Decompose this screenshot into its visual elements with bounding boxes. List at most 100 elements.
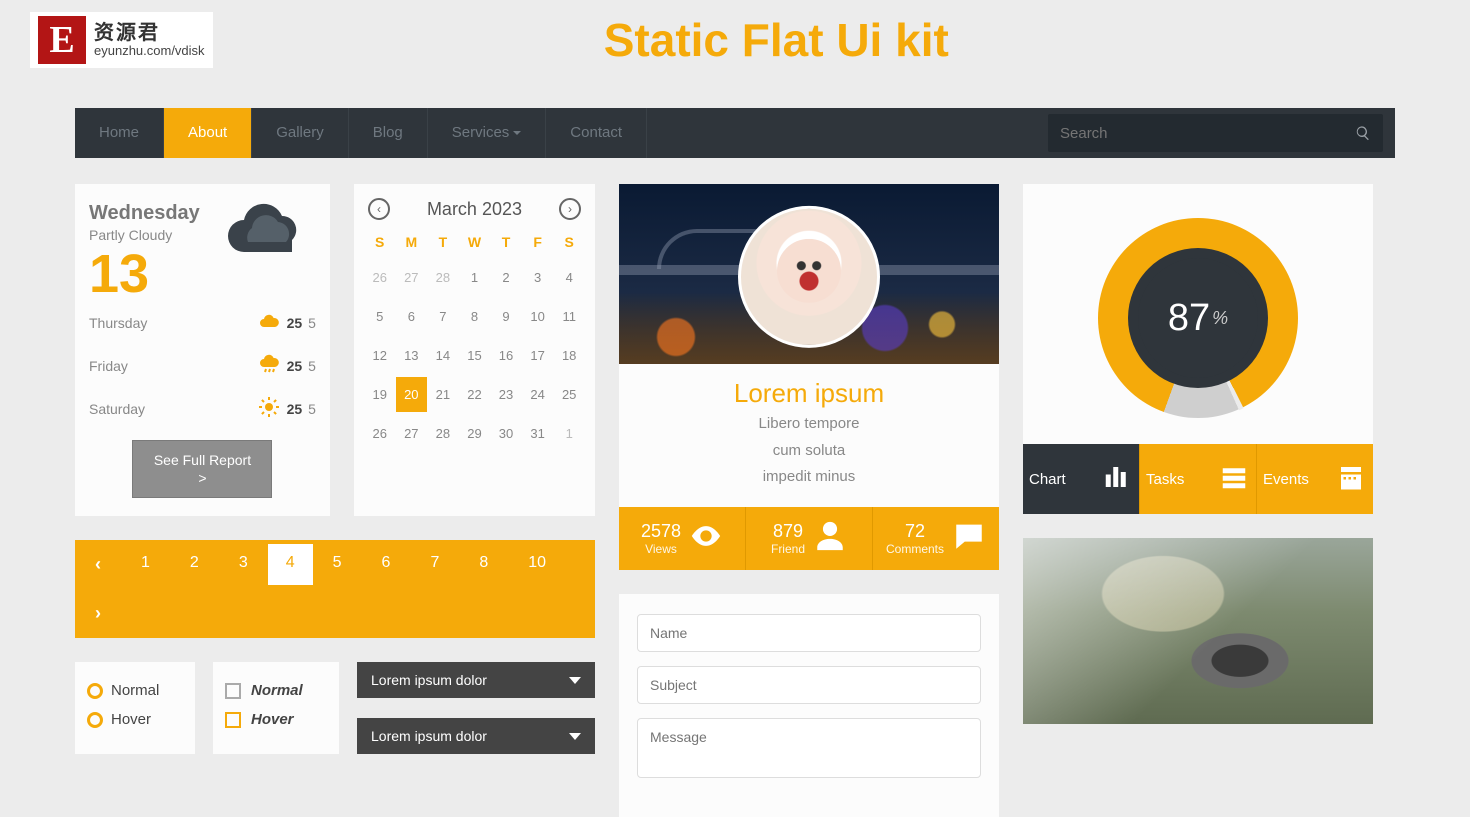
- calendar-day[interactable]: 16: [490, 338, 522, 373]
- calendar-day[interactable]: 17: [522, 338, 554, 373]
- dropdown-label: Lorem ipsum dolor: [371, 672, 487, 688]
- stat-friend[interactable]: 879Friend: [746, 507, 873, 570]
- calendar-day[interactable]: 1: [459, 260, 491, 295]
- calendar-dow: T: [427, 228, 459, 256]
- radio-label: Hover: [111, 711, 151, 728]
- nav-services[interactable]: Services: [428, 108, 547, 158]
- calendar-prev-button[interactable]: ‹: [368, 198, 390, 220]
- weather-condition: Partly Cloudy: [89, 227, 200, 243]
- search-input[interactable]: [1060, 125, 1355, 142]
- calendar-title: March 2023: [427, 199, 522, 220]
- pagination-page[interactable]: 6: [362, 540, 411, 589]
- calendar-day[interactable]: 28: [427, 416, 459, 451]
- photo-card[interactable]: [1023, 538, 1373, 724]
- pagination-page[interactable]: 8: [459, 540, 508, 589]
- calendar-day[interactable]: 24: [522, 377, 554, 412]
- pagination-next[interactable]: ›: [75, 589, 121, 638]
- pagination-page[interactable]: 2: [170, 540, 219, 589]
- calendar-day[interactable]: 10: [522, 299, 554, 334]
- calendar-day[interactable]: 18: [553, 338, 585, 373]
- calendar-day[interactable]: 26: [364, 260, 396, 295]
- forecast-hi: 25: [287, 358, 303, 374]
- forecast-hi: 25: [287, 401, 303, 417]
- calendar-day[interactable]: 6: [396, 299, 428, 334]
- search-icon[interactable]: [1355, 125, 1371, 141]
- forecast-lo: 5: [308, 358, 316, 374]
- calendar-day[interactable]: 28: [427, 260, 459, 295]
- radio-hover[interactable]: Hover: [87, 705, 183, 734]
- pagination-page[interactable]: 4: [268, 544, 313, 585]
- calendar-day[interactable]: 21: [427, 377, 459, 412]
- calendar-dow: M: [396, 228, 428, 256]
- nav-about[interactable]: About: [164, 108, 252, 158]
- calendar-day[interactable]: 7: [427, 299, 459, 334]
- nav-contact[interactable]: Contact: [546, 108, 647, 158]
- radio-normal[interactable]: Normal: [87, 676, 183, 705]
- logo[interactable]: E 资源君 eyunzhu.com/vdisk: [30, 12, 213, 68]
- dropdown-2[interactable]: Lorem ipsum dolor: [357, 718, 595, 754]
- pagination-page[interactable]: 3: [219, 540, 268, 589]
- calendar-next-button[interactable]: ›: [559, 198, 581, 220]
- calendar-day[interactable]: 2: [490, 260, 522, 295]
- calendar-day[interactable]: 11: [553, 299, 585, 334]
- calendar-day[interactable]: 12: [364, 338, 396, 373]
- calendar-day[interactable]: 20: [396, 377, 428, 412]
- calendar-day[interactable]: 26: [364, 416, 396, 451]
- tab-tasks[interactable]: Tasks: [1140, 444, 1257, 514]
- pagination-page[interactable]: 5: [313, 540, 362, 589]
- cloud-up-icon: [257, 309, 281, 336]
- pagination-page[interactable]: 10: [508, 540, 566, 589]
- calendar-day[interactable]: 19: [364, 377, 396, 412]
- forecast-row: Friday25 5: [89, 344, 316, 387]
- calendar-day[interactable]: 27: [396, 260, 428, 295]
- calendar-dow: F: [522, 228, 554, 256]
- checkbox-hover[interactable]: Hover: [225, 705, 327, 734]
- nav-gallery[interactable]: Gallery: [252, 108, 349, 158]
- eye-icon: [689, 519, 723, 558]
- pagination-page[interactable]: 7: [410, 540, 459, 589]
- stat-label: Comments: [886, 542, 944, 556]
- dropdown-1[interactable]: Lorem ipsum dolor: [357, 662, 595, 698]
- nav-services-label: Services: [452, 124, 510, 141]
- stat-comments[interactable]: 72Comments: [873, 507, 999, 570]
- calendar-day[interactable]: 14: [427, 338, 459, 373]
- see-full-report-button[interactable]: See Full Report >: [132, 440, 272, 498]
- message-field[interactable]: [637, 718, 981, 778]
- caret-down-icon: [513, 131, 521, 135]
- calendar-day[interactable]: 1: [553, 416, 585, 451]
- checkbox-normal[interactable]: Normal: [225, 676, 327, 705]
- calendar-day[interactable]: 29: [459, 416, 491, 451]
- calendar-day[interactable]: 27: [396, 416, 428, 451]
- nav-home[interactable]: Home: [75, 108, 164, 158]
- calendar-day[interactable]: 5: [364, 299, 396, 334]
- calendar-day[interactable]: 30: [490, 416, 522, 451]
- tab-events[interactable]: Events: [1257, 444, 1373, 514]
- contact-form: [619, 594, 999, 817]
- nav-blog[interactable]: Blog: [349, 108, 428, 158]
- calendar-day[interactable]: 9: [490, 299, 522, 334]
- calendar-day[interactable]: 8: [459, 299, 491, 334]
- avatar[interactable]: [738, 206, 880, 348]
- search-box[interactable]: [1048, 114, 1383, 152]
- forecast-lo: 5: [308, 315, 316, 331]
- radio-label: Normal: [111, 682, 159, 699]
- calendar-day[interactable]: 3: [522, 260, 554, 295]
- stat-views[interactable]: 2578Views: [619, 507, 746, 570]
- forecast-row: Thursday25 5: [89, 301, 316, 344]
- calendar-day[interactable]: 4: [553, 260, 585, 295]
- calendar-day[interactable]: 31: [522, 416, 554, 451]
- tab-chart[interactable]: Chart: [1023, 444, 1140, 514]
- radio-icon: [87, 683, 103, 699]
- pagination: ‹ 1234567810 ›: [75, 540, 595, 638]
- checkbox-icon: [225, 712, 241, 728]
- pagination-prev[interactable]: ‹: [75, 540, 121, 589]
- calendar-day[interactable]: 13: [396, 338, 428, 373]
- calendar-day[interactable]: 15: [459, 338, 491, 373]
- pagination-page[interactable]: 1: [121, 540, 170, 589]
- calendar-day[interactable]: 23: [490, 377, 522, 412]
- calendar-day[interactable]: 25: [553, 377, 585, 412]
- name-field[interactable]: [637, 614, 981, 652]
- subject-field[interactable]: [637, 666, 981, 704]
- forecast-hi: 25: [287, 315, 303, 331]
- calendar-day[interactable]: 22: [459, 377, 491, 412]
